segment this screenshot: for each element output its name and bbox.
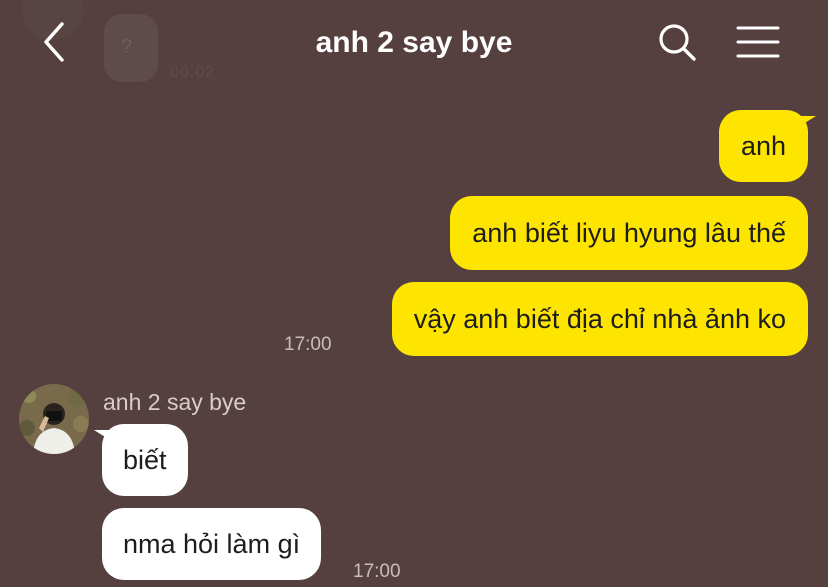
menu-button[interactable] xyxy=(734,22,782,62)
hamburger-menu-icon xyxy=(736,26,780,58)
sender-avatar[interactable] xyxy=(19,384,89,454)
sender-name: anh 2 say bye xyxy=(103,389,247,415)
search-icon xyxy=(659,24,696,61)
outgoing-message-time: 17:00 xyxy=(284,334,332,355)
incoming-message-time: 17:00 xyxy=(353,561,401,582)
chat-title: anh 2 say bye xyxy=(315,26,513,59)
outgoing-message-bubble[interactable]: anh biết liyu hyung lâu thế xyxy=(450,196,808,270)
outgoing-message-bubble[interactable]: vậy anh biết địa chỉ nhà ảnh ko xyxy=(391,282,808,356)
search-button[interactable] xyxy=(654,20,700,66)
ghost-message-time: 00:02 xyxy=(170,64,216,81)
outgoing-message-bubble[interactable]: anh xyxy=(718,110,808,182)
profile-photo xyxy=(19,384,89,454)
incoming-message-bubble[interactable]: biết xyxy=(102,424,188,496)
incoming-message-bubble[interactable]: nma hỏi làm gì xyxy=(102,508,322,580)
